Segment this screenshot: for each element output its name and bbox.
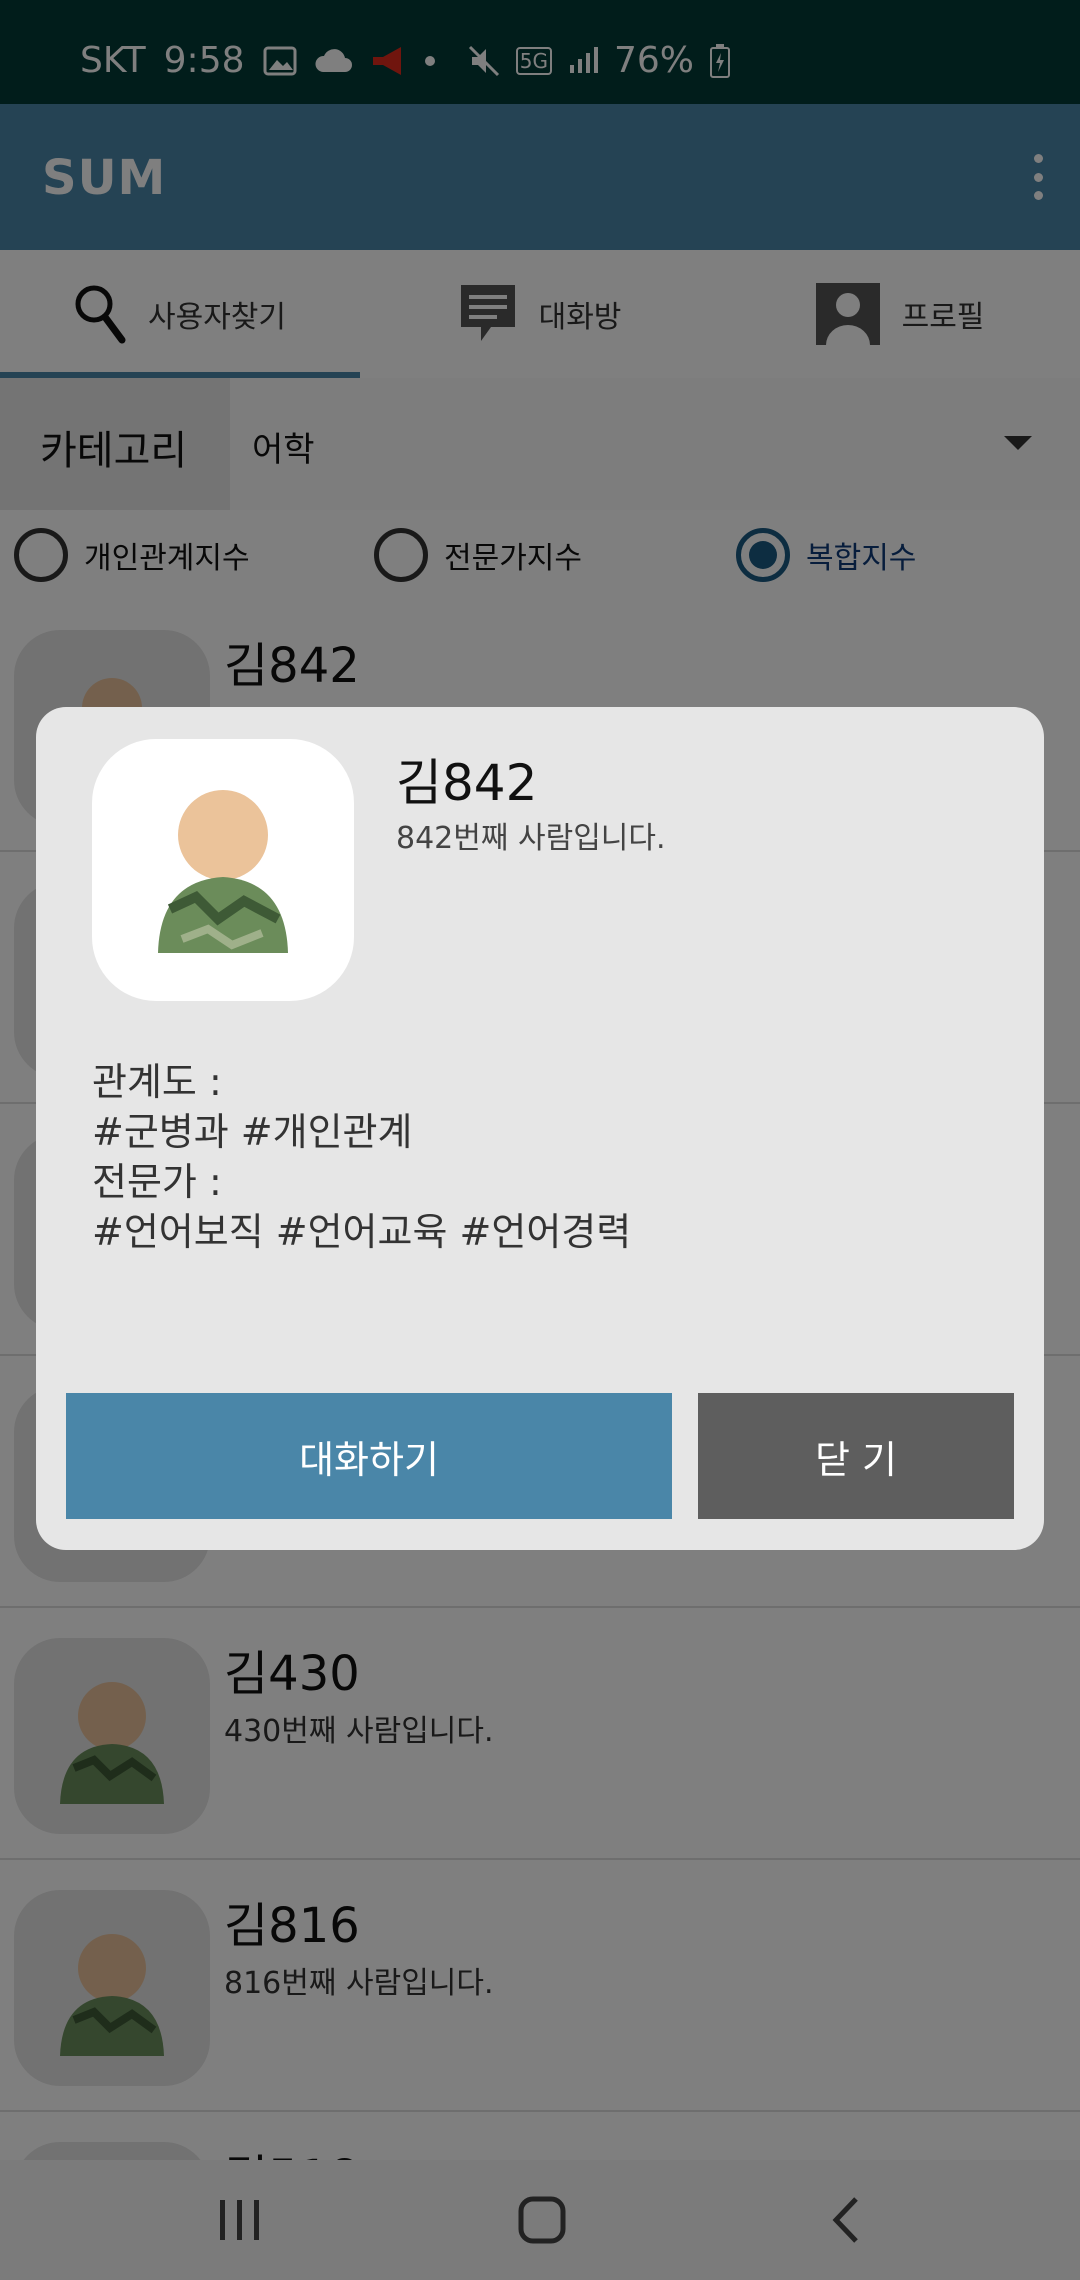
expert-label: 전문가 :	[92, 1160, 222, 1204]
user-detail-dialog: 김842 842번째 사람입니다. 관계도 : #군병과 #개인관계 전문가 :…	[36, 707, 1044, 1550]
dialog-user-name: 김842	[396, 754, 538, 812]
relation-tags: #군병과 #개인관계	[92, 1110, 413, 1154]
avatar	[92, 739, 354, 1001]
relation-label: 관계도 :	[92, 1060, 222, 1104]
expert-tags: #언어보직 #언어교육 #언어경력	[92, 1210, 632, 1254]
user-tags: 관계도 : #군병과 #개인관계 전문가 : #언어보직 #언어교육 #언어경력	[92, 1057, 631, 1257]
close-button[interactable]: 닫 기	[698, 1393, 1014, 1519]
dialog-user-desc: 842번째 사람입니다.	[396, 821, 666, 856]
start-chat-button[interactable]: 대화하기	[66, 1393, 672, 1519]
